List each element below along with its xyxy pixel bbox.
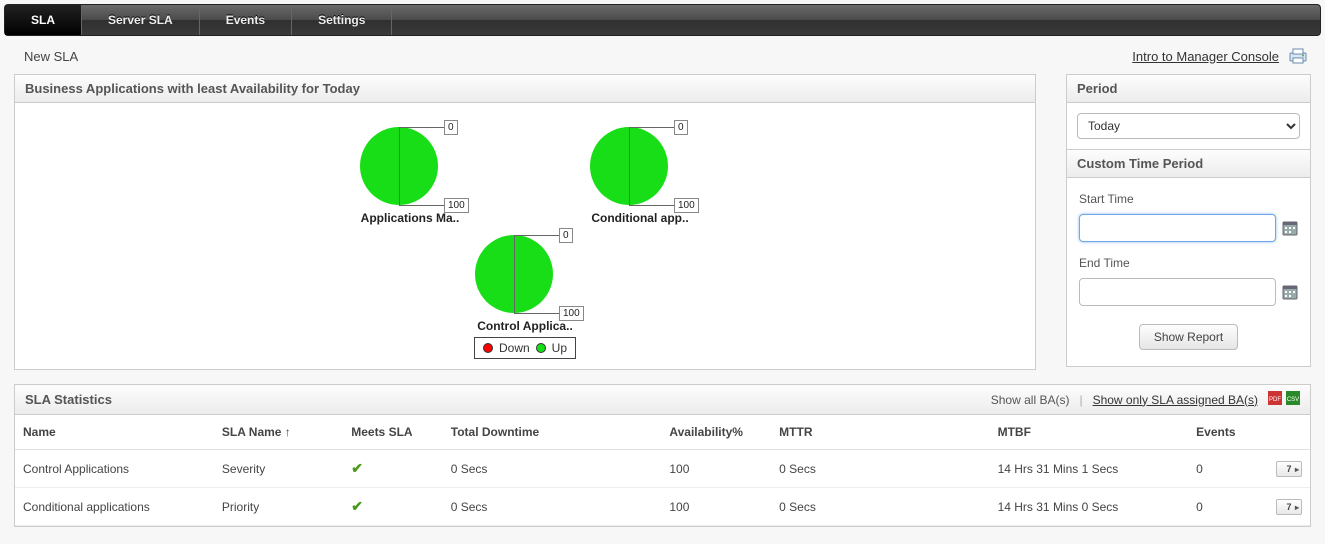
chart-conditional: 0 100 Conditional app..	[580, 121, 700, 225]
cell-avail: 100	[661, 450, 771, 488]
cell-sla: Priority	[214, 488, 343, 526]
end-time-label: End Time	[1079, 256, 1298, 270]
cell-sla: Severity	[214, 450, 343, 488]
col-mttr[interactable]: MTTR	[771, 415, 989, 450]
chart-up-value: 100	[444, 198, 469, 213]
cell-mtbf: 14 Hrs 31 Mins 0 Secs	[990, 488, 1189, 526]
cell-events: 0	[1188, 450, 1268, 488]
csv-icon[interactable]: CSV	[1286, 391, 1300, 408]
start-time-input[interactable]	[1079, 214, 1276, 242]
chart-title: Conditional app..	[591, 211, 688, 225]
svg-text:PDF: PDF	[1269, 397, 1281, 403]
table-header-row: Name SLA Name ↑ Meets SLA Total Downtime…	[15, 415, 1310, 450]
sub-header: New SLA Intro to Manager Console	[0, 36, 1325, 74]
breadcrumb: New SLA	[24, 49, 78, 64]
chart-title: Applications Ma..	[361, 211, 460, 225]
nav-tab-settings[interactable]: Settings	[292, 5, 392, 35]
show-sla-only-link[interactable]: Show only SLA assigned BA(s)	[1093, 393, 1258, 407]
chart-down-value: 0	[559, 228, 573, 243]
col-sla-name[interactable]: SLA Name ↑	[214, 415, 343, 450]
col-downtime[interactable]: Total Downtime	[443, 415, 662, 450]
cell-meets: ✔	[343, 488, 443, 526]
legend-up-label: Up	[552, 341, 567, 355]
cell-mttr: 0 Secs	[771, 450, 989, 488]
chart-down-value: 0	[444, 120, 458, 135]
divider: |	[1079, 393, 1082, 407]
check-icon: ✔	[351, 460, 363, 476]
show-all-bas-link[interactable]: Show all BA(s)	[991, 393, 1070, 407]
chart-legend: Down Up	[474, 337, 576, 359]
start-time-label: Start Time	[1079, 192, 1298, 206]
cell-avail: 100	[661, 488, 771, 526]
svg-text:CSV: CSV	[1287, 397, 1299, 403]
legend-up-dot	[536, 343, 546, 353]
check-icon: ✔	[351, 498, 363, 514]
cell-mtbf: 14 Hrs 31 Mins 1 Secs	[990, 450, 1189, 488]
nav-tab-sla[interactable]: SLA	[5, 5, 82, 35]
cell-name: Control Applications	[15, 450, 214, 488]
table-row: Conditional applications Priority ✔ 0 Se…	[15, 488, 1310, 526]
col-action	[1268, 415, 1310, 450]
col-availability[interactable]: Availability%	[661, 415, 771, 450]
cell-events: 0	[1188, 488, 1268, 526]
sla-table: Name SLA Name ↑ Meets SLA Total Downtime…	[15, 415, 1310, 526]
calendar-icon[interactable]	[1282, 220, 1298, 236]
cell-meets: ✔	[343, 450, 443, 488]
cell-name: Conditional applications	[15, 488, 214, 526]
custom-period-title: Custom Time Period	[1067, 149, 1310, 178]
cell-downtime: 0 Secs	[443, 450, 662, 488]
row-action-button[interactable]: 7	[1276, 461, 1302, 477]
table-row: Control Applications Severity ✔ 0 Secs 1…	[15, 450, 1310, 488]
sla-stats-title: SLA Statistics	[25, 392, 112, 407]
period-select[interactable]: Today	[1077, 113, 1300, 139]
legend-down-label: Down	[499, 341, 530, 355]
nav-tab-server-sla[interactable]: Server SLA	[82, 5, 200, 35]
chart-down-value: 0	[674, 120, 688, 135]
pdf-icon[interactable]: PDF	[1268, 391, 1282, 408]
col-mtbf[interactable]: MTBF	[990, 415, 1189, 450]
period-title: Period	[1067, 75, 1310, 103]
col-events[interactable]: Events	[1188, 415, 1268, 450]
col-name[interactable]: Name	[15, 415, 214, 450]
top-nav: SLA Server SLA Events Settings	[4, 4, 1321, 36]
intro-link[interactable]: Intro to Manager Console	[1132, 49, 1279, 64]
chart-up-value: 100	[674, 198, 699, 213]
availability-panel: Business Applications with least Availab…	[14, 74, 1036, 370]
cell-mttr: 0 Secs	[771, 488, 989, 526]
print-icon[interactable]	[1289, 48, 1307, 64]
sla-stats-panel: SLA Statistics Show all BA(s) | Show onl…	[14, 384, 1311, 527]
chart-control: 0 100 Control Applica..	[465, 229, 585, 333]
row-action-button[interactable]: 7	[1276, 499, 1302, 515]
chart-applications: 0 100 Applications Ma..	[350, 121, 470, 225]
period-panel: Period Today Custom Time Period Start Ti…	[1066, 74, 1311, 367]
legend-down-dot	[483, 343, 493, 353]
col-meets-sla[interactable]: Meets SLA	[343, 415, 443, 450]
availability-panel-title: Business Applications with least Availab…	[15, 75, 1035, 103]
chart-title: Control Applica..	[477, 319, 573, 333]
nav-tab-events[interactable]: Events	[200, 5, 292, 35]
show-report-button[interactable]: Show Report	[1139, 324, 1238, 350]
chart-up-value: 100	[559, 306, 584, 321]
end-time-input[interactable]	[1079, 278, 1276, 306]
calendar-icon[interactable]	[1282, 284, 1298, 300]
cell-downtime: 0 Secs	[443, 488, 662, 526]
